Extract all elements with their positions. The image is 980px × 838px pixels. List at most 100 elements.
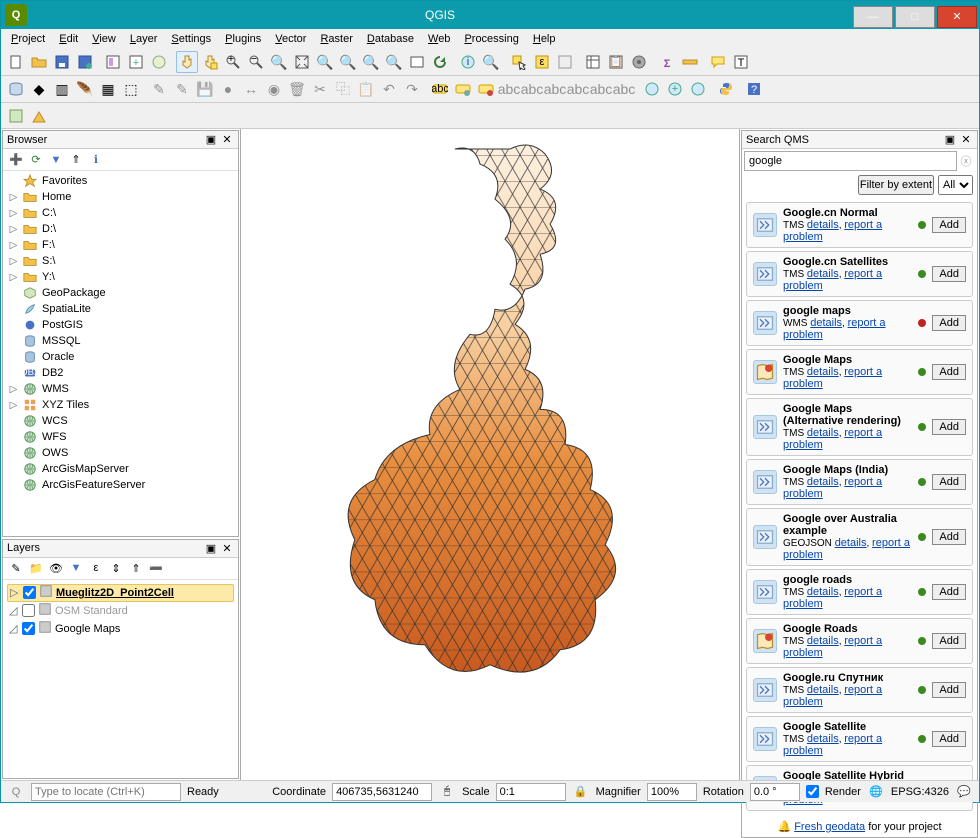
toggle-extents-icon[interactable]: 🖰 (438, 783, 456, 801)
details-link[interactable]: details (807, 219, 839, 231)
menu-vector[interactable]: Vector (269, 31, 312, 47)
action-icon[interactable]: 🔍 (480, 51, 502, 73)
layout-manager-icon[interactable] (102, 51, 124, 73)
osm-download-icon[interactable]: + (664, 78, 686, 100)
add-group-icon[interactable]: 📁 (27, 559, 45, 577)
new-project-icon[interactable] (5, 51, 27, 73)
details-link[interactable]: details (807, 268, 839, 280)
zoom-out-icon[interactable]: − (245, 51, 267, 73)
scale-lock-icon[interactable]: 🔒 (572, 783, 590, 801)
details-link[interactable]: details (835, 537, 867, 549)
dock-icon[interactable]: ▣ (943, 133, 957, 147)
measure-icon[interactable] (679, 51, 701, 73)
style-icon[interactable]: ✎ (7, 559, 25, 577)
field-calc-icon[interactable]: 📋 (605, 51, 627, 73)
expression-filter-icon[interactable]: ε (87, 559, 105, 577)
details-link[interactable]: details (807, 733, 839, 745)
map-canvas[interactable] (241, 129, 739, 780)
dock-icon[interactable]: ▣ (204, 541, 218, 555)
filter-browser-icon[interactable]: ▼ (47, 151, 65, 169)
add-service-button[interactable]: Add (932, 315, 966, 331)
data-source-manager-icon[interactable] (5, 78, 27, 100)
node-tool-icon[interactable]: ◉ (263, 78, 285, 100)
save-project-icon[interactable] (51, 51, 73, 73)
show-label-icon[interactable]: abc (544, 78, 566, 100)
deselect-icon[interactable] (554, 51, 576, 73)
crs-icon[interactable]: 🌐 (867, 783, 885, 801)
zoom-full-icon[interactable] (291, 51, 313, 73)
undo-icon[interactable]: ↶ (378, 78, 400, 100)
style-manager-icon[interactable] (148, 51, 170, 73)
browser-item-c[interactable]: ▷C:\ (9, 205, 236, 221)
browser-item-wcs[interactable]: WCS (9, 413, 236, 429)
text-annotation-icon[interactable]: T (730, 51, 752, 73)
delete-selected-icon[interactable]: 🗑 (286, 78, 308, 100)
zoom-next-icon[interactable]: 🔍 (383, 51, 405, 73)
move-label-icon[interactable]: abc (567, 78, 589, 100)
add-service-button[interactable]: Add (932, 584, 966, 600)
attribute-table-icon[interactable] (582, 51, 604, 73)
add-service-button[interactable]: Add (932, 474, 966, 490)
coordinate-input[interactable] (332, 783, 432, 801)
remove-layer-icon[interactable]: ➖ (147, 559, 165, 577)
browser-item-postgis[interactable]: PostGIS (9, 317, 236, 333)
save-as-icon[interactable] (74, 51, 96, 73)
add-service-button[interactable]: Add (932, 731, 966, 747)
messages-icon[interactable]: 💬 (955, 783, 973, 801)
clear-search-icon[interactable]: ⓧ (957, 152, 975, 170)
wms-icon[interactable] (687, 78, 709, 100)
browser-item-ows[interactable]: OWS (9, 445, 236, 461)
add-service-button[interactable]: Add (932, 633, 966, 649)
add-feature-icon[interactable]: ● (217, 78, 239, 100)
layer-visibility-checkbox[interactable] (23, 586, 36, 599)
toggle-editing-icon[interactable]: ✎ (171, 78, 193, 100)
refresh-browser-icon[interactable]: ⟳ (27, 151, 45, 169)
toolbox-icon[interactable] (628, 51, 650, 73)
menu-web[interactable]: Web (422, 31, 456, 47)
browser-item-xyz tiles[interactable]: ▷XYZ Tiles (9, 397, 236, 413)
properties-icon[interactable]: ℹ (87, 151, 105, 169)
refresh-icon[interactable] (429, 51, 451, 73)
details-link[interactable]: details (807, 635, 839, 647)
cut-features-icon[interactable]: ✂ (309, 78, 331, 100)
identify-icon[interactable]: i (457, 51, 479, 73)
add-service-button[interactable]: Add (932, 266, 966, 282)
menu-edit[interactable]: Edit (53, 31, 84, 47)
browser-item-db2[interactable]: DB2DB2 (9, 365, 236, 381)
add-service-button[interactable]: Add (932, 217, 966, 233)
details-link[interactable]: details (810, 317, 842, 329)
browser-item-favorites[interactable]: Favorites (9, 173, 236, 189)
menu-view[interactable]: View (86, 31, 122, 47)
highlight-label-icon[interactable]: abc (498, 78, 520, 100)
locator-input[interactable] (31, 783, 181, 801)
map-tips-icon[interactable] (707, 51, 729, 73)
add-layer-icon[interactable]: ➕ (7, 151, 25, 169)
browser-item-geopackage[interactable]: GeoPackage (9, 285, 236, 301)
rotate-label-icon[interactable]: abc (590, 78, 612, 100)
browser-item-y[interactable]: ▷Y:\ (9, 269, 236, 285)
browser-item-home[interactable]: ▷Home (9, 189, 236, 205)
label-layer-icon[interactable]: abc (429, 78, 451, 100)
collapse-all-icon[interactable]: ⇑ (127, 559, 145, 577)
dock-icon[interactable]: ▣ (204, 133, 218, 147)
change-label-icon[interactable]: abc (613, 78, 635, 100)
menu-project[interactable]: Project (5, 31, 51, 47)
plugin-icon-1[interactable] (5, 105, 27, 127)
layer-visibility-checkbox[interactable] (22, 604, 35, 617)
select-by-value-icon[interactable]: ε (531, 51, 553, 73)
layer-visibility-checkbox[interactable] (22, 622, 35, 635)
qms-search-input[interactable] (744, 151, 957, 171)
browser-item-oracle[interactable]: Oracle (9, 349, 236, 365)
browser-item-mssql[interactable]: MSSQL (9, 333, 236, 349)
add-service-button[interactable]: Add (932, 419, 966, 435)
details-link[interactable]: details (807, 684, 839, 696)
details-link[interactable]: details (807, 366, 839, 378)
filter-legend-icon[interactable]: ▼ (67, 559, 85, 577)
details-link[interactable]: details (807, 427, 839, 439)
render-checkbox[interactable] (806, 785, 819, 798)
zoom-selection-icon[interactable]: 🔍 (314, 51, 336, 73)
browser-item-wms[interactable]: ▷WMS (9, 381, 236, 397)
new-geopackage-icon[interactable]: ◆ (28, 78, 50, 100)
close-button[interactable]: ✕ (937, 6, 977, 28)
zoom-native-icon[interactable]: 🔍 (268, 51, 290, 73)
